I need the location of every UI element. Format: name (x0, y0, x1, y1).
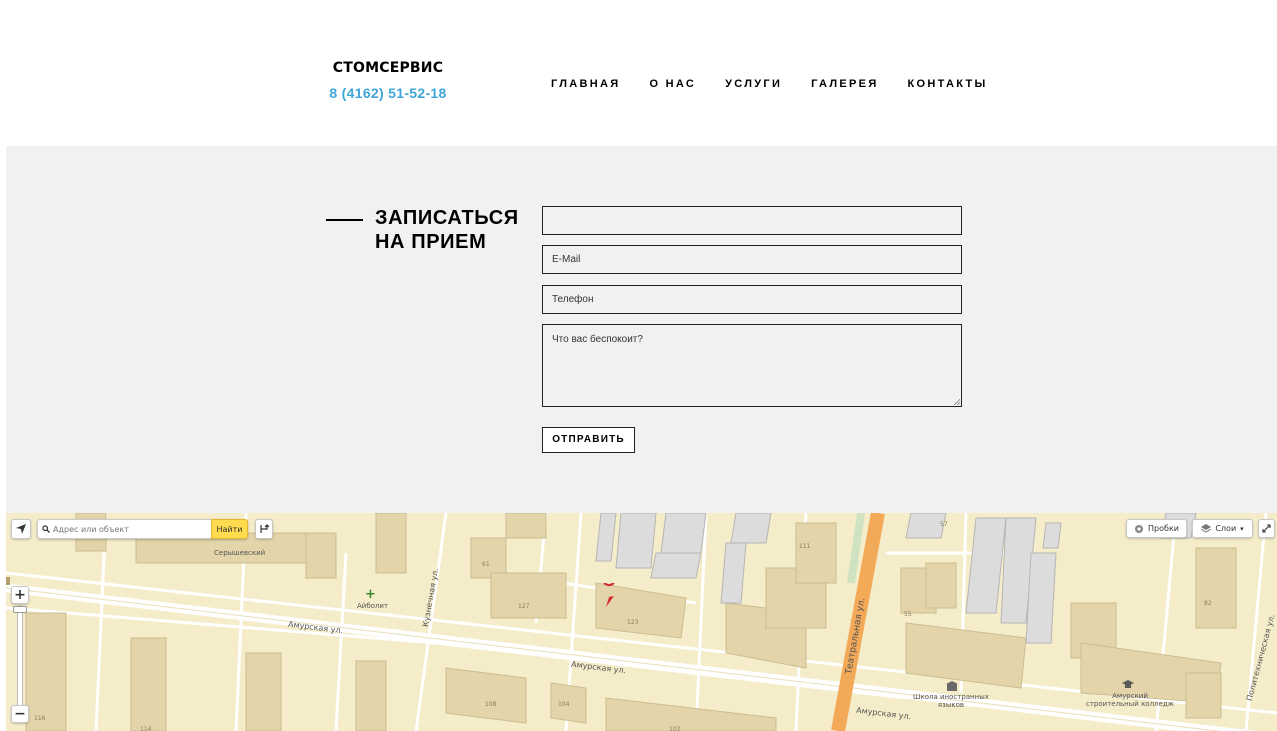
main-nav: ГЛАВНАЯ О НАС УСЛУГИ ГАЛЕРЕЯ КОНТАКТЫ (551, 78, 1017, 90)
resize-handle[interactable] (953, 398, 960, 405)
layers-button[interactable]: Слои ▾ (1192, 519, 1253, 538)
geolocation-button[interactable] (11, 519, 31, 539)
nav-item-contacts[interactable]: КОНТАКТЫ (908, 78, 988, 90)
form-title-text: ЗАПИСАТЬСЯ НА ПРИЕМ (375, 207, 519, 253)
nav-item-gallery[interactable]: ГАЛЕРЕЯ (811, 78, 878, 90)
nav-item-services[interactable]: УСЛУГИ (725, 78, 782, 90)
submit-button[interactable]: ОТПРАВИТЬ (542, 427, 635, 453)
route-button[interactable] (255, 519, 273, 539)
poi-label: Амурский строительный колледж (1086, 692, 1174, 708)
house-number: 114 (140, 726, 152, 731)
map-edge-marker (6, 577, 10, 585)
map-search-button[interactable]: Найти (211, 519, 248, 539)
fullscreen-button[interactable] (1258, 519, 1275, 538)
map-search-input[interactable]: Адрес или объект (37, 519, 211, 539)
house-number: 55 (904, 611, 912, 618)
locate-arrow-icon (16, 524, 26, 534)
traffic-icon (1135, 524, 1144, 533)
house-number: 61 (482, 561, 490, 568)
brand-phone[interactable]: 8 (4162) 51-52-18 (329, 85, 447, 101)
message-field[interactable]: Что вас беспокоит? (542, 324, 962, 407)
traffic-label: Пробки (1148, 524, 1179, 533)
layers-label: Слои (1215, 524, 1237, 533)
house-number: 127 (518, 603, 530, 610)
brand-name[interactable]: СТОМСЕРВИС (329, 60, 447, 76)
expand-icon (1262, 524, 1271, 533)
house-number: 123 (627, 619, 639, 626)
zoom-slider-knob[interactable] (13, 606, 27, 613)
message-placeholder: Что вас беспокоит? (552, 334, 643, 345)
phone-field[interactable]: Телефон (542, 285, 962, 314)
map-search: Адрес или объект Найти (37, 519, 248, 539)
house-number: 57 (940, 521, 948, 528)
house-number: 104 (558, 701, 570, 708)
title-dash (326, 219, 363, 221)
appointment-section: ЗАПИСАТЬСЯ НА ПРИЕМ E-Mail Телефон Что в… (6, 146, 1277, 513)
chevron-down-icon: ▾ (1240, 524, 1244, 533)
zoom-out-button[interactable]: − (11, 705, 29, 723)
zoom-in-button[interactable]: + (11, 586, 29, 604)
email-field[interactable]: E-Mail (542, 245, 962, 274)
site-header: СТОМСЕРВИС 8 (4162) 51-52-18 ГЛАВНАЯ О Н… (0, 0, 1277, 146)
college-icon (1122, 680, 1134, 688)
map-search-placeholder: Адрес или объект (53, 524, 129, 534)
house-number: 108 (485, 701, 497, 708)
search-icon (42, 525, 50, 533)
nav-item-home[interactable]: ГЛАВНАЯ (551, 78, 620, 90)
poi-label: Серышевский (214, 549, 266, 557)
house-number: 82 (1204, 600, 1212, 607)
map[interactable]: Амурская ул. Амурская ул. Амурская ул. К… (6, 513, 1277, 731)
name-field[interactable] (542, 206, 962, 235)
traffic-button[interactable]: Пробки (1126, 519, 1187, 538)
house-number: 116 (34, 715, 46, 722)
zoom-slider[interactable] (17, 605, 23, 709)
house-number: 102 (669, 726, 681, 731)
nav-item-about[interactable]: О НАС (649, 78, 696, 90)
house-number: 111 (799, 543, 811, 550)
location-pin-icon[interactable] (600, 583, 622, 609)
layers-icon (1201, 524, 1212, 533)
brand: СТОМСЕРВИС 8 (4162) 51-52-18 (329, 60, 447, 101)
pharmacy-icon: + (365, 587, 376, 602)
poi-label: Школа иностранных языков (913, 693, 989, 709)
school-icon (946, 681, 958, 691)
poi-label: Айболит (357, 602, 389, 610)
route-icon (260, 524, 269, 533)
